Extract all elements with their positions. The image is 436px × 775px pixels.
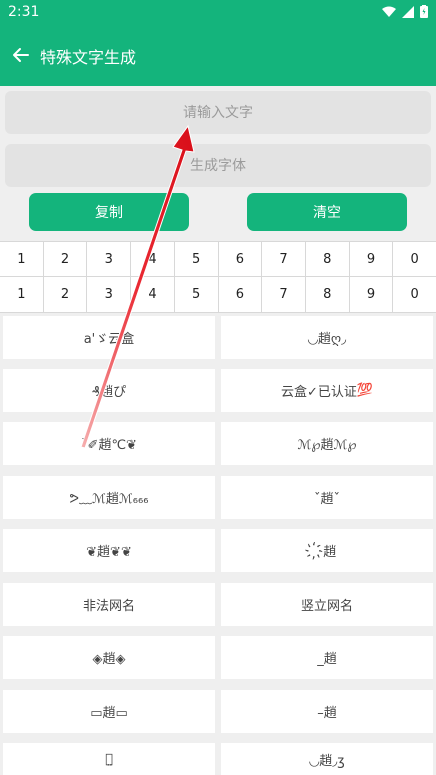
font-style-card[interactable]: ◟◞趙ღ◞ xyxy=(221,316,433,359)
font-style-card[interactable]: ℳ℘趙ℳ℘ xyxy=(221,422,433,465)
font-style-card[interactable]: 云盒✓已认证 💯 xyxy=(221,369,433,412)
font-style-label: ◈趙◈ xyxy=(92,652,126,667)
number-key[interactable]: 4 xyxy=(131,277,175,312)
font-style-label: 趙̤ xyxy=(105,751,113,767)
font-style-label: ҉趙 xyxy=(317,545,337,560)
status-bar: 2:31 xyxy=(0,0,436,26)
font-style-card[interactable]: ◈趙◈ xyxy=(3,636,215,679)
number-key[interactable]: 9 xyxy=(350,277,394,312)
font-style-card[interactable]: a'ゞ云盒 xyxy=(3,316,215,359)
score-badge-icon: 💯 xyxy=(356,383,374,398)
number-row-2: 1 2 3 4 5 6 7 8 9 0 xyxy=(0,276,436,313)
number-key[interactable]: 1 xyxy=(0,242,44,277)
font-style-card[interactable]: 趙̤ xyxy=(3,743,215,775)
battery-icon xyxy=(420,5,428,18)
font-style-label: _趙 xyxy=(317,652,337,667)
number-key[interactable]: 2 xyxy=(44,242,88,277)
number-key[interactable]: 9 xyxy=(350,242,394,277)
font-style-label: –趙 xyxy=(317,706,337,721)
number-key[interactable]: 6 xyxy=(219,277,263,312)
font-style-label: ₰趙ぴ xyxy=(91,385,127,400)
font-style-label: a'ゞ云盒 xyxy=(83,332,135,347)
number-key[interactable]: 7 xyxy=(262,242,306,277)
font-style-label: ◟◞趙◞ʒ xyxy=(309,753,345,769)
number-key[interactable]: 4 xyxy=(131,242,175,277)
font-style-card[interactable]: ▭趙▭ xyxy=(3,690,215,733)
font-style-card[interactable]: 非法网名 xyxy=(3,583,215,626)
font-style-label: 云盒✓已认证 xyxy=(280,385,357,400)
number-key[interactable]: 3 xyxy=(87,277,132,312)
number-key[interactable]: 8 xyxy=(306,277,350,312)
number-key[interactable]: 0 xyxy=(393,242,436,277)
font-style-label: ˋ✐趙℃❦ xyxy=(81,438,137,453)
font-style-label: ˇ趙ˇ xyxy=(313,492,340,507)
number-key[interactable]: 5 xyxy=(175,242,219,277)
number-row-1: 1 2 3 4 5 6 7 8 9 0 xyxy=(0,241,436,277)
font-style-card[interactable]: ◟◞趙◞ʒ xyxy=(221,743,433,775)
number-key[interactable]: 7 xyxy=(262,277,306,312)
status-time: 2:31 xyxy=(8,4,40,20)
font-style-label: ᕗ﹏ℳ趙ℳ₆₆₆ xyxy=(69,492,149,507)
back-arrow-icon[interactable] xyxy=(8,42,34,68)
clear-button[interactable]: 清空 xyxy=(247,193,407,231)
font-style-label: 竖立网名 xyxy=(300,599,353,614)
font-style-label: ❦趙❦❦ xyxy=(86,545,132,560)
font-style-card[interactable]: _趙 xyxy=(221,636,433,679)
font-style-label: ▭趙▭ xyxy=(90,706,128,721)
copy-button[interactable]: 复制 xyxy=(29,193,189,231)
font-style-card[interactable]: ❦趙❦❦ xyxy=(3,529,215,572)
text-input[interactable] xyxy=(5,90,431,135)
number-key[interactable]: 5 xyxy=(175,277,219,312)
font-style-card[interactable]: ˋ✐趙℃❦ xyxy=(3,422,215,465)
font-style-card[interactable]: 竖立网名 xyxy=(221,583,433,626)
signal-icon xyxy=(402,5,414,18)
wifi-icon xyxy=(382,6,396,17)
font-style-card[interactable]: –趙 xyxy=(221,690,433,733)
font-style-card[interactable]: ˇ趙ˇ xyxy=(221,476,433,519)
number-key[interactable]: 8 xyxy=(306,242,350,277)
font-style-label: 非法网名 xyxy=(82,599,135,614)
number-key[interactable]: 1 xyxy=(0,277,44,312)
output-field-container[interactable] xyxy=(5,143,431,188)
number-key[interactable]: 2 xyxy=(44,277,88,312)
number-key[interactable]: 0 xyxy=(393,277,436,312)
font-style-label: ℳ℘趙ℳ℘ xyxy=(297,438,357,453)
output-field[interactable] xyxy=(5,143,431,188)
status-icons xyxy=(382,5,428,18)
font-style-card[interactable]: ҉趙 xyxy=(221,529,433,572)
font-style-card[interactable]: ᕗ﹏ℳ趙ℳ₆₆₆ xyxy=(3,476,215,519)
font-style-label: ◟◞趙ღ◞ xyxy=(307,332,347,347)
app-bar: 特殊文字生成 xyxy=(0,26,436,86)
number-key[interactable]: 6 xyxy=(219,242,263,277)
number-key[interactable]: 3 xyxy=(87,242,132,277)
font-style-card[interactable]: ₰趙ぴ xyxy=(3,369,215,412)
text-input-container[interactable] xyxy=(5,90,431,135)
page-title: 特殊文字生成 xyxy=(40,48,137,67)
